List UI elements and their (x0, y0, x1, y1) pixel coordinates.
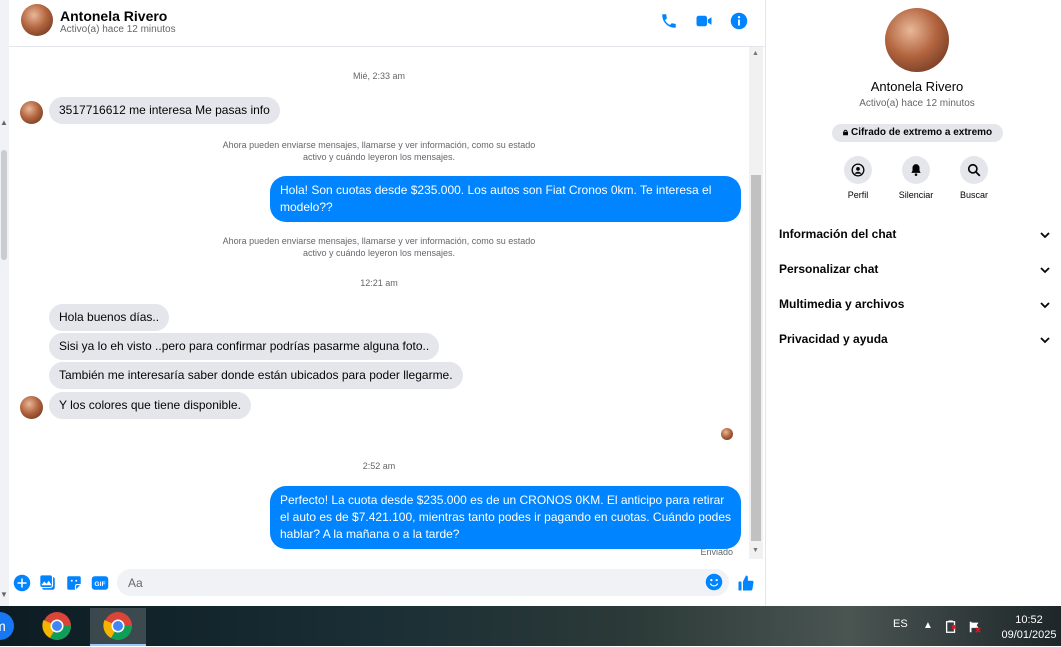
contact-name[interactable]: Antonela Rivero (60, 8, 167, 24)
search-icon (960, 156, 988, 184)
message-input[interactable] (126, 575, 690, 591)
like-icon[interactable] (737, 574, 755, 592)
gif-icon[interactable]: GIF (91, 574, 109, 592)
section-label: Multimedia y archivos (779, 297, 905, 311)
profile-avatar[interactable] (885, 8, 949, 72)
incoming-message[interactable]: También me interesaría saber donde están… (49, 362, 463, 389)
video-icon[interactable] (695, 12, 713, 30)
encryption-label: Cifrado de extremo a extremo (850, 127, 993, 138)
chat-header: Antonela Rivero Activo(a) hace 12 minuto… (9, 0, 765, 47)
taskbar: m ES ▲ 10:52 09/01/2025 (0, 606, 1061, 646)
contact-status: Activo(a) hace 12 minutos (60, 24, 176, 35)
chrome-taskbar-icon[interactable] (41, 610, 73, 642)
section-chat-info[interactable]: Información del chat (779, 227, 1055, 249)
left-scrollbar-thumb[interactable] (1, 150, 7, 260)
contact-avatar[interactable] (21, 4, 53, 36)
chevron-up-icon[interactable]: ▲ (923, 620, 933, 631)
bell-icon (902, 156, 930, 184)
incoming-message[interactable]: 3517716612 me interesa Me pasas info (49, 97, 280, 124)
phone-icon[interactable] (660, 12, 678, 30)
incoming-message[interactable]: Sisi ya lo eh visto ..pero para confirma… (49, 333, 440, 360)
profile-name: Antonela Rivero (870, 79, 964, 94)
chrome-active-icon[interactable] (102, 610, 134, 642)
info-icon[interactable] (730, 12, 748, 30)
network-icon[interactable] (968, 620, 982, 637)
message-avatar[interactable] (20, 101, 43, 124)
clock-date: 09/01/2025 (1001, 629, 1057, 641)
profile-icon (844, 156, 872, 184)
message-list[interactable]: Mié, 2:33 am 3517716612 me interesa Me p… (9, 47, 749, 565)
chevron-down-icon (1040, 232, 1050, 239)
timestamp: Mié, 2:33 am (352, 71, 406, 81)
chat-scrollbar[interactable]: ▲ ▼ (749, 47, 763, 559)
scroll-up-icon[interactable]: ▲ (752, 50, 759, 57)
message-input-wrapper (117, 569, 729, 596)
section-label: Información del chat (779, 227, 897, 241)
chat-info-panel: Antonela Rivero Activo(a) hace 12 minuto… (766, 0, 1061, 606)
section-label: Personalizar chat (779, 262, 879, 276)
plus-icon[interactable] (13, 574, 31, 592)
system-notice-line: Ahora pueden enviarse mensajes, llamarse… (222, 236, 536, 246)
messenger-taskbar-icon[interactable]: m (0, 610, 16, 642)
profile-action[interactable]: Perfil (828, 156, 888, 200)
section-privacy-help[interactable]: Privacidad y ayuda (779, 332, 1055, 354)
incoming-message[interactable]: Y los colores que tiene disponible. (49, 392, 251, 419)
profile-status: Activo(a) hace 12 minutos (859, 98, 975, 109)
action-label: Buscar (959, 190, 988, 200)
system-notice: Ahora pueden enviarse mensajes, llamarse… (169, 235, 589, 259)
chevron-down-icon (1040, 337, 1050, 344)
composer: GIF (9, 566, 765, 602)
chevron-down-icon (1040, 302, 1050, 309)
mute-action[interactable]: Silenciar (886, 156, 946, 200)
timestamp: 2:52 am (362, 461, 396, 471)
gif-label: GIF (94, 581, 105, 588)
message-avatar[interactable] (20, 396, 43, 419)
encryption-badge[interactable]: 🔒︎ Cifrado de extremo a extremo (832, 124, 1003, 142)
section-label: Privacidad y ayuda (779, 332, 888, 346)
chat-panel: Antonela Rivero Activo(a) hace 12 minuto… (9, 0, 766, 606)
image-icon[interactable] (39, 574, 57, 592)
outgoing-message[interactable]: Perfecto! La cuota desde $235.000 es de … (270, 486, 741, 549)
incoming-message[interactable]: Hola buenos días.. (49, 304, 170, 331)
search-action[interactable]: Buscar (944, 156, 1004, 200)
scroll-up-icon[interactable]: ▲ (0, 118, 8, 127)
read-receipt-avatar (721, 428, 733, 440)
system-notice-line: activo y cuándo leyeron los mensajes. (302, 152, 456, 162)
sent-status: Enviado (700, 547, 733, 557)
emoji-icon[interactable] (705, 573, 723, 591)
svg-text:m: m (0, 618, 6, 634)
system-notice-line: Ahora pueden enviarse mensajes, llamarse… (222, 140, 536, 150)
section-customize-chat[interactable]: Personalizar chat (779, 262, 1055, 284)
outgoing-message[interactable]: Hola! Son cuotas desde $235.000. Los aut… (270, 176, 741, 222)
system-notice: Ahora pueden enviarse mensajes, llamarse… (169, 139, 589, 163)
timestamp: 12:21 am (360, 278, 398, 288)
action-label: Perfil (847, 190, 869, 200)
action-label: Silenciar (898, 190, 934, 200)
system-notice-line: activo y cuándo leyeron los mensajes. (302, 248, 456, 258)
scroll-down-icon[interactable]: ▼ (752, 547, 759, 554)
sticker-icon[interactable] (65, 574, 83, 592)
clock-time: 10:52 (1015, 614, 1043, 626)
scroll-down-icon[interactable]: ▼ (0, 590, 8, 599)
chevron-down-icon (1040, 267, 1050, 274)
active-app-highlight[interactable] (90, 608, 146, 646)
lock-icon: 🔒︎ (842, 127, 849, 138)
battery-icon[interactable] (944, 620, 958, 637)
section-media-files[interactable]: Multimedia y archivos (779, 297, 1055, 319)
clock[interactable]: 10:52 09/01/2025 (1000, 613, 1058, 643)
language-indicator[interactable]: ES (893, 618, 908, 630)
scrollbar-thumb[interactable] (751, 175, 761, 541)
